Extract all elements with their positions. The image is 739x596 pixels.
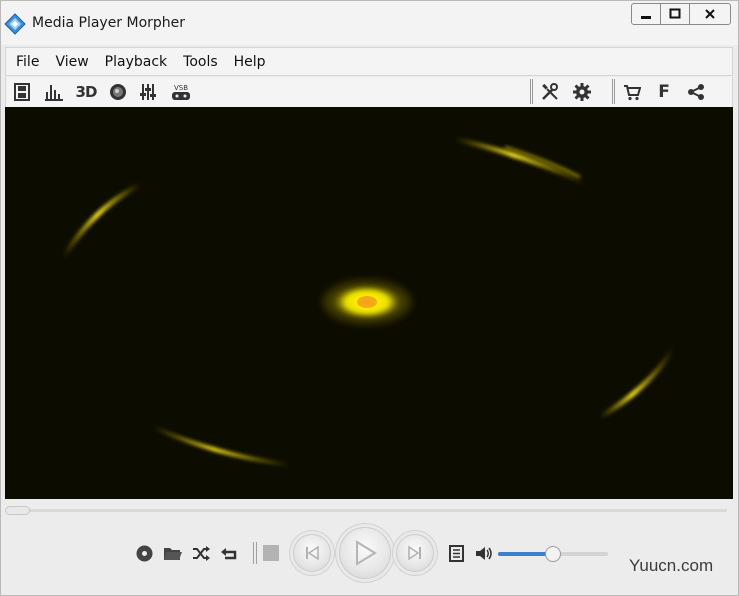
folder-icon <box>163 547 182 560</box>
vsb-icon <box>172 92 190 100</box>
vsb-label: VSB <box>173 84 189 92</box>
volume-thumb[interactable] <box>545 546 561 562</box>
previous-button[interactable] <box>293 534 331 572</box>
volume-icon <box>476 546 492 560</box>
window-title: Media Player Morpher <box>32 15 186 31</box>
app-logo-icon <box>4 13 26 35</box>
next-button[interactable] <box>396 534 434 572</box>
spectrum-bars-icon <box>45 85 63 101</box>
skip-next-icon <box>408 545 421 561</box>
settings-button[interactable] <box>570 81 594 103</box>
share-icon <box>688 84 704 100</box>
seek-track[interactable] <box>5 509 727 512</box>
tools-icon <box>542 83 558 100</box>
cart-button[interactable] <box>620 81 644 103</box>
menu-playback[interactable]: Playback <box>105 54 167 70</box>
menu-view[interactable]: View <box>55 54 88 70</box>
menu-tools[interactable]: Tools <box>183 54 218 70</box>
filmstrip-icon <box>14 83 30 101</box>
controls-separator <box>253 542 257 564</box>
sphere-icon <box>110 84 126 100</box>
play-button[interactable] <box>339 527 391 579</box>
watermark-text: Yuucn.com <box>629 556 714 575</box>
seek-thumb[interactable] <box>5 506 30 515</box>
playlist-icon <box>448 544 464 562</box>
vsb-button[interactable]: VSB <box>169 81 193 103</box>
stop-button[interactable] <box>263 545 279 561</box>
toolbar-separator <box>530 79 533 104</box>
spectrum-button[interactable] <box>42 81 66 103</box>
minimize-icon <box>641 16 652 19</box>
mute-button[interactable] <box>474 544 494 562</box>
tools-button[interactable] <box>538 81 562 103</box>
equalizer-button[interactable] <box>137 81 161 103</box>
title-bar: Media Player Morpher <box>1 1 738 45</box>
window-controls <box>631 3 731 25</box>
maximize-icon <box>669 8 681 19</box>
visualization-canvas <box>60 136 676 467</box>
play-icon <box>356 540 377 566</box>
menu-file[interactable]: File <box>16 54 39 70</box>
shuffle-icon <box>193 545 210 561</box>
equalizer-icon <box>140 84 156 100</box>
close-icon <box>705 9 715 19</box>
sphere-button[interactable] <box>106 81 130 103</box>
menu-help[interactable]: Help <box>234 54 266 70</box>
repeat-icon <box>221 547 237 559</box>
shuffle-button[interactable] <box>191 544 211 562</box>
facebook-button[interactable]: F <box>652 81 676 103</box>
toolbar: 3D VSB F <box>5 77 733 107</box>
close-button[interactable] <box>690 4 730 24</box>
repeat-button[interactable] <box>219 544 239 562</box>
skip-previous-icon <box>306 545 319 561</box>
share-button[interactable] <box>684 81 708 103</box>
minimize-button[interactable] <box>632 4 662 24</box>
app-window: Media Player Morpher File View Playback … <box>0 0 739 596</box>
seek-bar[interactable] <box>5 506 727 515</box>
video-display[interactable] <box>5 107 733 499</box>
menu-bar: File View Playback Tools Help <box>5 47 733 76</box>
gear-icon <box>573 83 591 101</box>
maximize-button[interactable] <box>661 4 691 24</box>
disc-icon <box>136 545 152 561</box>
open-disc-button[interactable] <box>135 544 153 562</box>
open-folder-button[interactable] <box>162 544 182 562</box>
3d-button[interactable]: 3D <box>73 81 99 103</box>
playlist-button[interactable] <box>447 544 465 562</box>
filmstrip-button[interactable] <box>10 81 34 103</box>
toolbar-separator <box>612 79 615 104</box>
cart-icon <box>624 85 641 101</box>
